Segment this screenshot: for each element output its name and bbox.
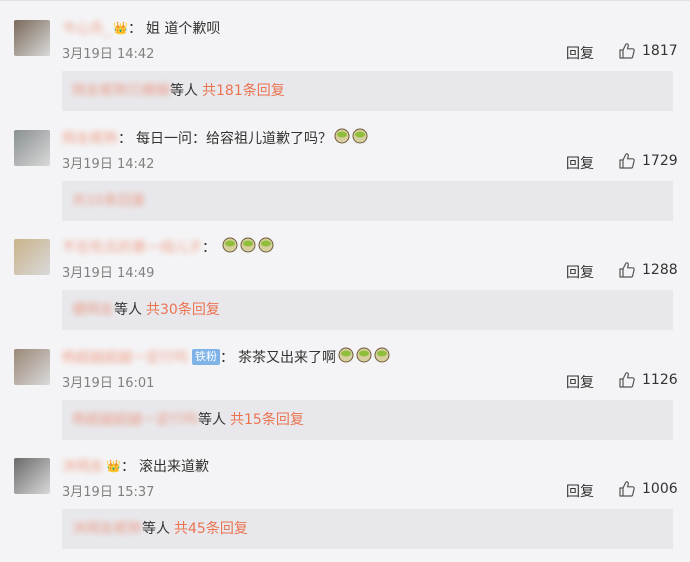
reply-button[interactable]: 回复 [566,372,594,392]
matcha-emoji-icon [334,128,350,148]
reply-people-label: 等人 [198,412,226,428]
crown-badge-icon: 👑 [113,21,128,35]
reply-usernames[interactable]: 杨超越超越一定行吗 [72,412,198,428]
comment-time: 3月19日 14:42 [62,157,155,172]
comment-item: 不在吃瓜的第一线儿子： 3月19日 14:49 回复 1288 健网友等人 共30条回复 [0,219,690,330]
matcha-emoji-icon [356,347,372,367]
colon-separator: ： [220,350,234,366]
matcha-emoji-icon [222,237,238,257]
avatar[interactable] [14,239,50,275]
thumbs-up-icon [619,43,635,59]
reply-summary[interactable]: 共10条回复 [62,181,673,221]
reply-usernames[interactable]: 沐网友昵称 [72,521,142,537]
comment-time: 3月19日 14:49 [62,266,155,281]
username[interactable]: 今心乐_ [62,18,111,38]
colon-separator: ： [120,459,135,475]
comment-text: 茶茶又出来了啊 [238,350,336,366]
reply-button[interactable]: 回复 [566,43,594,63]
comment-text: 姐 道个歉呗 [145,21,221,37]
reply-people-label: 等人 [142,521,170,537]
colon-separator: ： [202,240,216,256]
like-button[interactable]: 1729 [618,152,678,170]
like-count: 1817 [642,43,678,59]
matcha-emoji-icon [374,347,390,367]
comment-line: 今心乐_ 👑：姐 道个歉呗 [62,18,220,38]
comment-text: 滚出来道歉 [138,459,209,475]
username[interactable]: 沐网友 [62,456,104,476]
like-button[interactable]: 1006 [618,480,678,498]
matcha-emoji-icon [240,237,256,257]
comment-time: 3月19日 14:42 [62,47,155,62]
colon-separator: ： [127,21,142,37]
reply-summary[interactable]: 健网友等人 共30条回复 [62,290,673,330]
avatar[interactable] [14,458,50,494]
comment-time: 3月19日 15:37 [62,485,155,500]
reply-button[interactable]: 回复 [566,481,594,501]
reply-button[interactable]: 回复 [566,262,594,282]
reply-count-link[interactable]: 共15条回复 [230,412,304,428]
like-count: 1288 [642,262,678,278]
reply-usernames[interactable]: 健网友 [72,302,114,318]
username[interactable]: 杨超越超越一定行吗 [62,347,188,367]
reply-count-link[interactable]: 共45条回复 [174,521,248,537]
like-count: 1126 [642,372,678,388]
reply-summary[interactable]: 网友昵称已模糊等人 共181条回复 [62,71,673,111]
avatar[interactable] [14,130,50,166]
reply-button[interactable]: 回复 [566,153,594,173]
thumbs-up-icon [619,153,635,169]
avatar[interactable] [14,349,50,385]
fan-badge: 铁粉 [192,349,220,365]
like-button[interactable]: 1126 [618,371,678,389]
reply-summary[interactable]: 沐网友昵称等人 共45条回复 [62,509,673,549]
username[interactable]: 不在吃瓜的第一线儿子 [62,237,202,257]
reply-summary[interactable]: 杨超越超越一定行吗等人 共15条回复 [62,400,673,440]
crown-badge-icon: 👑 [106,459,121,473]
username[interactable]: 网友昵称 [62,128,118,148]
comment-line: 网友昵称：每日一问：给容祖儿道歉了吗？ [62,128,368,148]
thumbs-up-icon [619,481,635,497]
comment-time: 3月19日 16:01 [62,376,155,391]
avatar[interactable] [14,20,50,56]
comment-line: 杨超越超越一定行吗 铁粉：茶茶又出来了啊 [62,347,390,367]
comment-line: 不在吃瓜的第一线儿子： [62,237,274,257]
like-count: 1006 [642,481,678,497]
like-button[interactable]: 1288 [618,261,678,279]
thumbs-up-icon [619,372,635,388]
comment-item: 今心乐_ 👑：姐 道个歉呗 3月19日 14:42 回复 1817 网友昵称已模糊等人 共1… [0,0,690,111]
reply-count-link[interactable]: 共30条回复 [146,302,220,318]
like-count: 1729 [642,153,678,169]
reply-count-link[interactable]: 共10条回复 [72,193,146,209]
comment-item: 网友昵称：每日一问：给容祖儿道歉了吗？ 3月19日 14:42 回复 1729 共10条… [0,110,690,221]
reply-usernames[interactable]: 网友昵称已模糊 [72,83,170,99]
comment-item: 杨超越超越一定行吗 铁粉：茶茶又出来了啊 3月19日 16:01 回复 1126 杨超越超… [0,329,690,440]
reply-count-link[interactable]: 共181条回复 [202,83,285,99]
comment-line: 沐网友 👑：滚出来道歉 [62,456,209,476]
matcha-emoji-icon [338,347,354,367]
comment-item: 沐网友 👑：滚出来道歉 3月19日 15:37 回复 1006 沐网友昵称等人 共45条回复 [0,438,690,549]
thumbs-up-icon [619,262,635,278]
matcha-emoji-icon [352,128,368,148]
colon-separator: ： [118,131,132,147]
reply-people-label: 等人 [114,302,142,318]
matcha-emoji-icon [258,237,274,257]
comment-text: 每日一问：给容祖儿道歉了吗？ [136,131,332,147]
reply-people-label: 等人 [170,83,198,99]
like-button[interactable]: 1817 [618,42,678,60]
